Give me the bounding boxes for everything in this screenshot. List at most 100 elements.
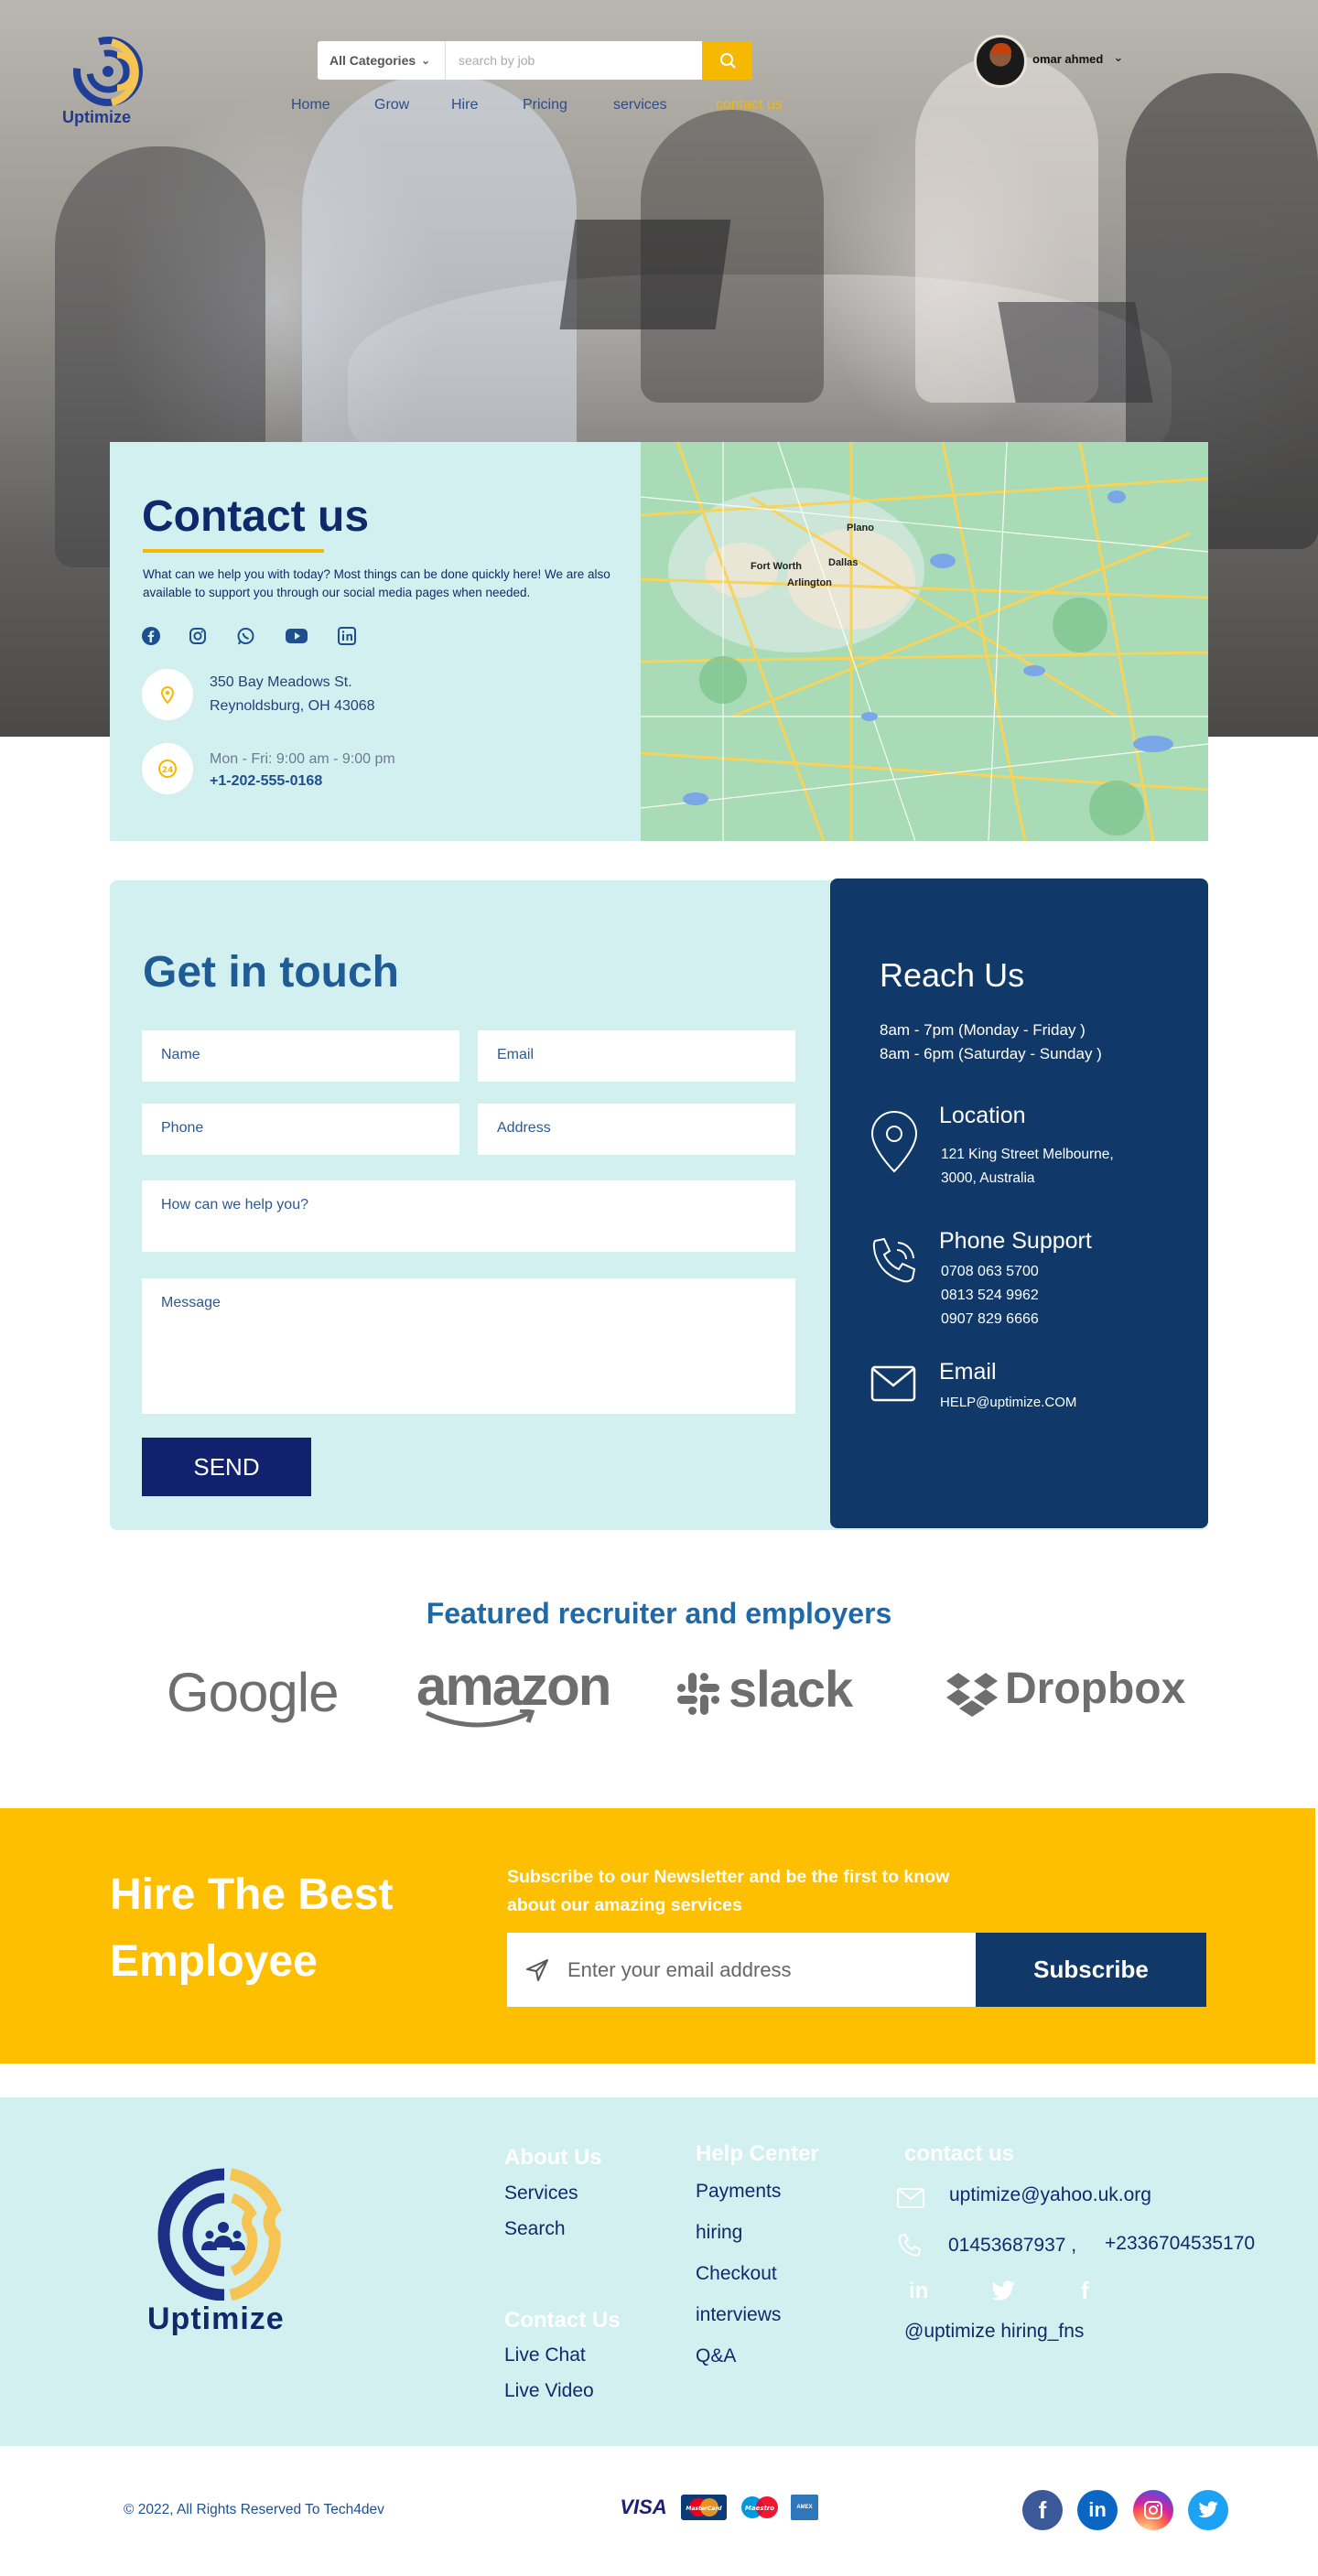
footer-facebook-icon[interactable]: f bbox=[1081, 2277, 1089, 2305]
search-input[interactable] bbox=[446, 41, 702, 80]
amazon-logo[interactable]: amazon bbox=[416, 1654, 611, 1718]
nav-grow[interactable]: Grow bbox=[374, 97, 409, 113]
phone-icon bbox=[872, 1237, 916, 1283]
email-field[interactable]: Email bbox=[478, 1030, 795, 1082]
nav-pricing[interactable]: Pricing bbox=[523, 97, 567, 113]
footer-email[interactable]: uptimize@yahoo.uk.org bbox=[949, 2184, 1151, 2206]
title-underline bbox=[143, 549, 324, 553]
address-line-2: Reynoldsburg, OH 43068 bbox=[210, 698, 375, 714]
reach-us-title: Reach Us bbox=[880, 956, 1025, 994]
footer-phone-1[interactable]: 01453687937 , bbox=[948, 2235, 1076, 2257]
search-button[interactable] bbox=[702, 41, 752, 80]
nav-contact-us[interactable]: contact us bbox=[716, 97, 783, 113]
map-label: Plano bbox=[847, 523, 874, 534]
slack-icon bbox=[677, 1673, 719, 1715]
nav-services[interactable]: services bbox=[613, 97, 667, 113]
featured-title: Featured recruiter and employers bbox=[426, 1597, 892, 1630]
reach-hours-2: 8am - 6pm (Saturday - Sunday ) bbox=[880, 1045, 1102, 1062]
footer-link-checkout[interactable]: Checkout bbox=[696, 2263, 777, 2285]
category-select-label: All Categories bbox=[330, 53, 416, 68]
maestro-label: Maestro bbox=[745, 2505, 774, 2512]
amazon-smile-icon bbox=[425, 1709, 535, 1728]
chevron-down-icon[interactable]: ⌄ bbox=[1113, 50, 1124, 65]
address-field[interactable]: Address bbox=[478, 1104, 795, 1155]
location-line-2: 3000, Australia bbox=[941, 1170, 1035, 1186]
footer-logo-icon[interactable] bbox=[156, 2167, 293, 2301]
svg-text:24: 24 bbox=[162, 766, 174, 775]
newsletter-title: Hire The Best Employee bbox=[110, 1870, 394, 1986]
phone-support-title: Phone Support bbox=[939, 1228, 1092, 1254]
reach-hours-1: 8am - 7pm (Monday - Friday ) bbox=[880, 1021, 1086, 1039]
copyright: © 2022, All Rights Reserved To Tech4dev bbox=[124, 2502, 384, 2517]
location-title: Location bbox=[939, 1103, 1026, 1128]
linkedin-icon[interactable] bbox=[336, 625, 358, 647]
hero-laptop-shape bbox=[998, 302, 1153, 403]
nav-home[interactable]: Home bbox=[291, 97, 330, 113]
map-label: Fort Worth bbox=[751, 561, 803, 572]
footer-linkedin-icon[interactable]: in bbox=[909, 2279, 928, 2304]
send-icon bbox=[526, 1959, 548, 1981]
location-circle bbox=[142, 669, 193, 720]
youtube-icon[interactable] bbox=[286, 625, 308, 647]
newsletter-email-input[interactable] bbox=[507, 1933, 976, 2007]
footer-logo-text: Uptimize bbox=[147, 2301, 285, 2336]
address-line-1: 350 Bay Meadows St. bbox=[210, 674, 352, 690]
facebook-icon[interactable] bbox=[140, 625, 162, 647]
location-icon bbox=[870, 1111, 918, 1173]
slack-logo[interactable]: slack bbox=[729, 1659, 853, 1719]
whatsapp-icon[interactable] bbox=[234, 625, 256, 647]
support-phone-1[interactable]: 0708 063 5700 bbox=[941, 1264, 1039, 1280]
map[interactable]: Fort Worth Dallas Arlington Plano bbox=[641, 442, 1208, 841]
footer-link-services[interactable]: Services bbox=[504, 2183, 578, 2204]
twitter-icon[interactable] bbox=[1188, 2490, 1228, 2530]
footer-phone-2[interactable]: +2336704535170 bbox=[1105, 2233, 1255, 2255]
map-label: Dallas bbox=[828, 557, 859, 568]
support-phone-2[interactable]: 0813 524 9962 bbox=[941, 1288, 1039, 1304]
name-field[interactable]: Name bbox=[142, 1030, 459, 1082]
footer-link-hiring[interactable]: hiring bbox=[696, 2222, 742, 2244]
phone-icon bbox=[899, 2233, 922, 2257]
footer-contact-us-title: contact us bbox=[904, 2141, 1015, 2166]
dropbox-logo[interactable]: Dropbox bbox=[1005, 1664, 1185, 1714]
user-name[interactable]: omar ahmed bbox=[1032, 52, 1103, 66]
footer-link-live-video[interactable]: Live Video bbox=[504, 2380, 594, 2402]
mail-icon bbox=[897, 2188, 924, 2208]
get-in-touch-title: Get in touch bbox=[143, 948, 399, 997]
linkedin-icon[interactable]: in bbox=[1077, 2490, 1118, 2530]
phone-field[interactable]: Phone bbox=[142, 1104, 459, 1155]
support-phone-3[interactable]: 0907 829 6666 bbox=[941, 1311, 1039, 1328]
visa-icon: VISA bbox=[615, 2495, 672, 2520]
location-line-1: 121 King Street Melbourne, bbox=[941, 1147, 1114, 1162]
footer-link-qa[interactable]: Q&A bbox=[696, 2345, 736, 2367]
instagram-icon[interactable] bbox=[1133, 2490, 1173, 2530]
search-bar: All Categories ⌄ bbox=[318, 41, 752, 80]
footer-twitter-icon[interactable] bbox=[990, 2280, 1016, 2302]
help-field[interactable]: How can we help you? bbox=[142, 1180, 795, 1252]
footer-handle[interactable]: @uptimize hiring_fns bbox=[904, 2321, 1084, 2343]
message-field[interactable]: Message bbox=[142, 1278, 795, 1414]
footer-link-search[interactable]: Search bbox=[504, 2218, 566, 2240]
nav-hire[interactable]: Hire bbox=[451, 97, 478, 113]
footer-link-interviews[interactable]: interviews bbox=[696, 2304, 781, 2326]
google-logo[interactable]: Google bbox=[167, 1661, 339, 1724]
newsletter-subtitle: Subscribe to our Newsletter and be the f… bbox=[507, 1867, 950, 1915]
send-button[interactable]: SEND bbox=[142, 1438, 311, 1496]
footer-link-live-chat[interactable]: Live Chat bbox=[504, 2344, 586, 2366]
subscribe-button[interactable]: Subscribe bbox=[976, 1933, 1206, 2007]
search-icon bbox=[719, 53, 736, 69]
support-email[interactable]: HELP@uptimize.COM bbox=[940, 1395, 1076, 1410]
facebook-icon[interactable]: f bbox=[1022, 2490, 1063, 2530]
instagram-icon[interactable] bbox=[187, 625, 209, 647]
hero-laptop-shape bbox=[559, 220, 731, 329]
avatar[interactable] bbox=[974, 35, 1027, 88]
business-hours: Mon - Fri: 9:00 am - 9:00 pm bbox=[210, 751, 395, 767]
category-select[interactable]: All Categories ⌄ bbox=[318, 41, 446, 80]
contact-title: Contact us bbox=[142, 492, 370, 541]
amex-icon: AMEX bbox=[791, 2495, 818, 2520]
footer-link-payments[interactable]: Payments bbox=[696, 2181, 781, 2203]
amex-label: AMEX bbox=[796, 2505, 813, 2510]
support-circle: 24 bbox=[142, 743, 193, 794]
mail-icon bbox=[870, 1365, 916, 1402]
map-label: Arlington bbox=[787, 577, 832, 588]
contact-phone[interactable]: +1-202-555-0168 bbox=[210, 771, 322, 792]
